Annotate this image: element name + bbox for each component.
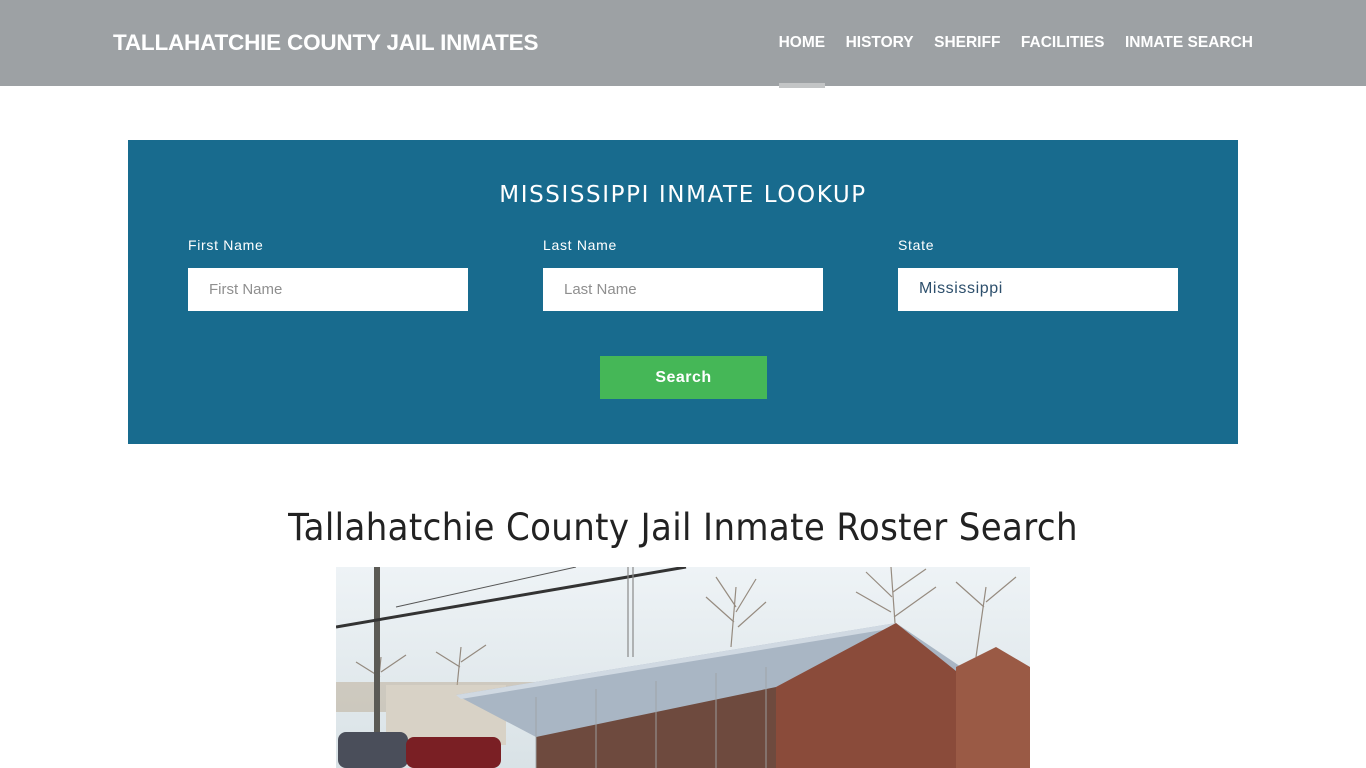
last-name-input[interactable]	[543, 268, 823, 311]
nav-sheriff[interactable]: SHERIFF	[934, 34, 1000, 52]
lookup-title: MISSISSIPPI INMATE LOOKUP	[499, 182, 867, 208]
nav-history[interactable]: HISTORY	[846, 34, 914, 52]
parked-suv	[406, 737, 501, 768]
nav-facilities[interactable]: FACILITIES	[1021, 34, 1105, 52]
jail-building-photo	[336, 567, 1030, 768]
site-brand-link[interactable]: TALLAHATCHIE COUNTY JAIL INMATES	[113, 30, 538, 56]
nav-inmate-search[interactable]: INMATE SEARCH	[1125, 34, 1253, 52]
first-name-input[interactable]	[188, 268, 468, 311]
nav-home[interactable]: HOME	[778, 34, 825, 88]
parked-car	[338, 732, 408, 768]
site-header: TALLAHATCHIE COUNTY JAIL INMATES HOME HI…	[0, 0, 1366, 88]
main-nav: HOME HISTORY SHERIFF FACILITIES INMATE S…	[778, 34, 1253, 88]
state-label: State	[898, 237, 935, 253]
jail-photo-illustration	[336, 567, 1030, 768]
first-name-label: First Name	[188, 237, 264, 253]
state-select[interactable]: Mississippi	[898, 268, 1178, 311]
last-name-label: Last Name	[543, 237, 617, 253]
side-building	[956, 647, 1030, 768]
page-title: Tallahatchie County Jail Inmate Roster S…	[288, 506, 1078, 549]
search-button[interactable]: Search	[600, 356, 767, 399]
